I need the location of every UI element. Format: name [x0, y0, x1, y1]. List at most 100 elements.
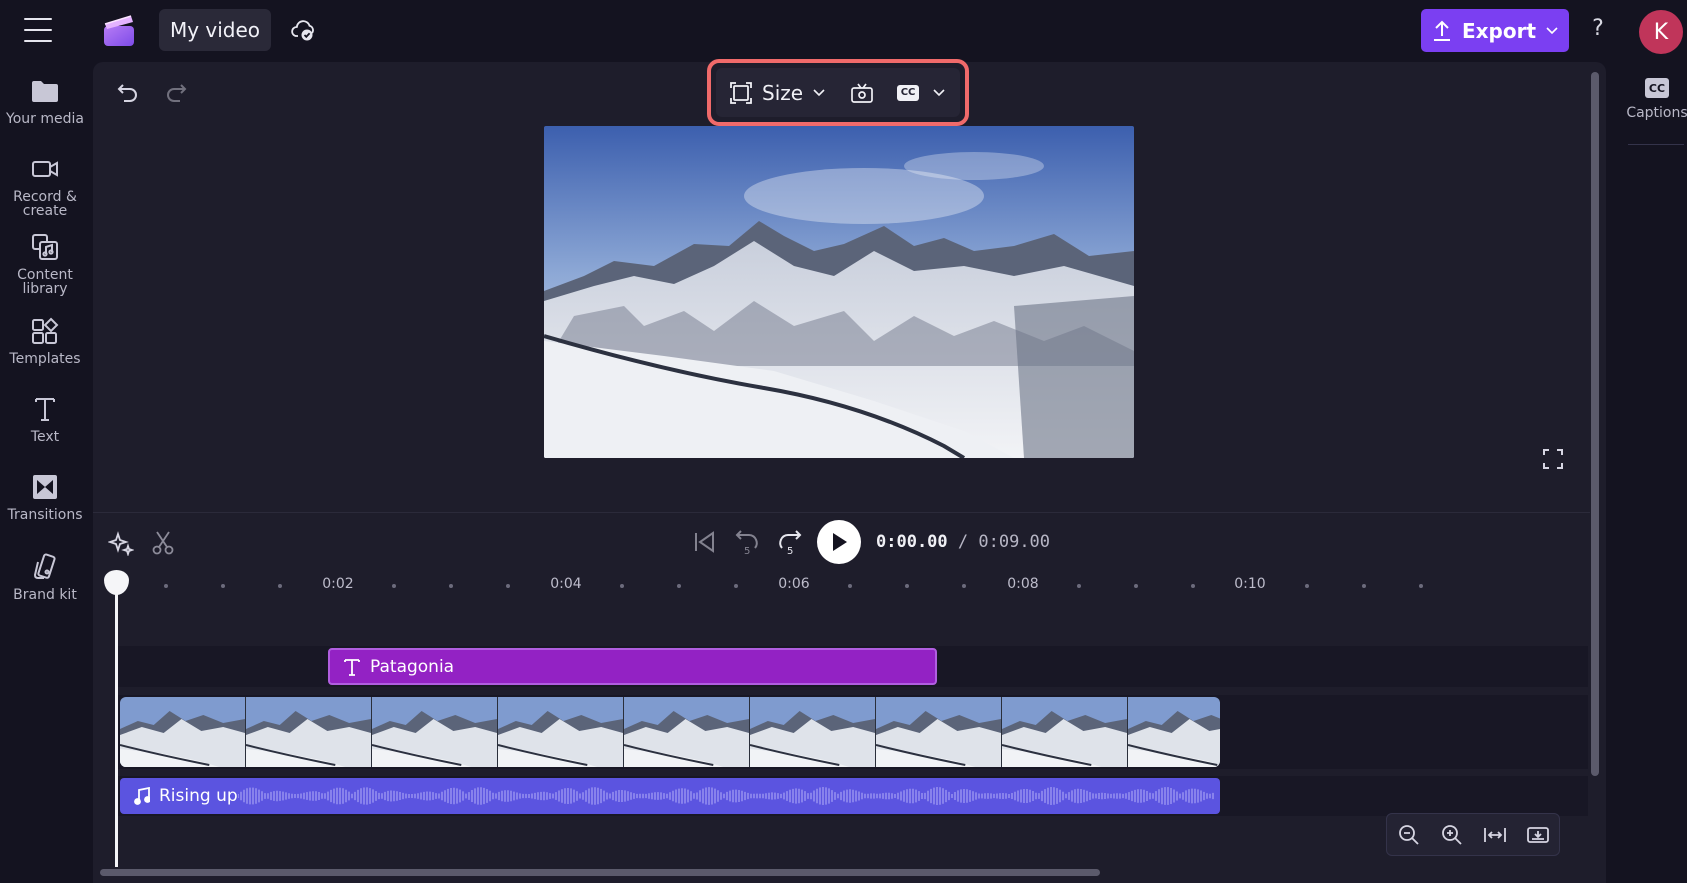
ruler-dot — [1134, 584, 1138, 588]
magic-wand-icon[interactable] — [108, 530, 134, 556]
sidebar-item-your-media[interactable]: Your media — [0, 76, 90, 126]
divider — [93, 512, 1590, 513]
video-thumbnail — [120, 697, 246, 767]
size-label: Size — [762, 80, 804, 105]
cloud-saved-icon[interactable] — [290, 16, 318, 44]
help-icon[interactable]: ? — [1587, 16, 1609, 44]
video-clip[interactable] — [120, 697, 1220, 767]
closed-captions-icon: CC — [1645, 78, 1669, 98]
play-button[interactable] — [817, 520, 861, 564]
ruler-dot — [620, 584, 624, 588]
upload-icon — [1433, 20, 1450, 41]
project-title-button[interactable]: My video — [159, 9, 271, 51]
ruler-dot — [221, 584, 225, 588]
export-button[interactable]: Export — [1421, 9, 1569, 52]
scissors-icon[interactable] — [150, 530, 176, 556]
ruler-dot — [1077, 584, 1081, 588]
sidebar-item-label: Templates — [9, 351, 81, 367]
ruler-dot — [506, 584, 510, 588]
captions-dropdown[interactable]: CC — [897, 84, 945, 101]
ruler-dot — [449, 584, 453, 588]
ruler-dot — [1305, 584, 1309, 588]
playhead[interactable] — [115, 577, 118, 867]
horizontal-scrollbar[interactable] — [100, 869, 1100, 876]
sidebar-item-transitions[interactable]: Transitions — [0, 472, 90, 522]
rewind-5-seconds-button[interactable]: 5 — [733, 527, 761, 557]
templates-icon — [32, 317, 59, 344]
rewind-icon: 5 — [735, 530, 758, 557]
video-thumbnail — [624, 697, 750, 767]
divider — [1628, 144, 1684, 145]
sidebar-item-record-create[interactable]: Record & create — [0, 154, 90, 218]
video-thumbnail — [246, 697, 372, 767]
audio-clip[interactable]: Rising up — [120, 778, 1220, 814]
fit-to-width-icon[interactable] — [1483, 823, 1507, 847]
ruler-label: 0:06 — [778, 576, 810, 592]
closed-captions-icon: CC — [897, 84, 920, 101]
redo-icon[interactable] — [163, 79, 189, 105]
time-readout: 0:00.00 / 0:09.00 — [876, 532, 1050, 552]
left-sidebar: Your media Record & create Content libra… — [0, 62, 90, 883]
ruler-dot — [734, 584, 738, 588]
clipchamp-logo[interactable] — [102, 12, 138, 48]
forward-5-seconds-button[interactable]: 5 — [776, 527, 804, 557]
forward-seconds: 5 — [787, 546, 793, 557]
timeline-ruler[interactable]: 0:02 0:04 0:06 0:08 0:10 — [93, 566, 1590, 596]
sidebar-item-label: Transitions — [7, 507, 83, 523]
sidebar-item-captions[interactable]: CC Captions — [1626, 78, 1687, 120]
brand-kit-icon — [33, 553, 56, 579]
folder-icon — [32, 81, 58, 102]
ruler-dot — [1419, 584, 1423, 588]
menu-icon[interactable] — [24, 18, 52, 42]
ruler-dot — [392, 584, 396, 588]
video-thumbnail — [876, 697, 1002, 767]
ruler-dot — [962, 584, 966, 588]
avatar[interactable]: K — [1639, 10, 1683, 54]
video-thumbnail — [1002, 697, 1128, 767]
audio-waveform — [238, 787, 1214, 805]
sidebar-item-label: Record & create — [13, 189, 77, 219]
zoom-in-icon[interactable] — [1440, 823, 1464, 847]
zoom-out-icon[interactable] — [1397, 823, 1421, 847]
transitions-icon — [33, 475, 57, 499]
vertical-scrollbar[interactable] — [1591, 72, 1599, 776]
ruler-dot — [278, 584, 282, 588]
sidebar-item-text[interactable]: Text — [0, 394, 90, 444]
video-camera-icon — [32, 161, 58, 177]
chevron-down-icon — [813, 88, 825, 96]
chevron-down-icon — [1546, 26, 1558, 34]
aspect-ratio-icon — [730, 81, 752, 104]
sidebar-item-label: Captions — [1626, 105, 1687, 121]
sidebar-item-label: Text — [30, 429, 60, 445]
text-icon — [344, 658, 360, 676]
top-bar: My video Export ? K — [0, 0, 1687, 62]
ruler-dot — [677, 584, 681, 588]
sidebar-item-templates[interactable]: Templates — [0, 316, 90, 366]
skip-to-start-icon[interactable] — [691, 529, 717, 555]
zoom-controls — [1386, 813, 1560, 856]
total-time: / 0:09.00 — [957, 532, 1051, 552]
size-button[interactable]: Size — [716, 81, 825, 105]
chevron-down-icon — [933, 88, 945, 96]
video-thumbnail — [372, 697, 498, 767]
timeline-expand-icon[interactable] — [1526, 823, 1550, 847]
sidebar-item-label: Brand kit — [13, 587, 77, 603]
ruler-label: 0:02 — [322, 576, 354, 592]
video-thumbnail — [750, 697, 876, 767]
text-clip[interactable]: Patagonia — [328, 648, 937, 685]
sidebar-item-content-library[interactable]: Content library — [0, 232, 90, 296]
play-icon — [833, 533, 847, 551]
ruler-dot — [1191, 584, 1195, 588]
video-thumbnail — [1128, 697, 1220, 767]
sidebar-item-label: Content library — [17, 267, 73, 297]
music-note-icon — [134, 787, 150, 805]
audio-clip-title: Rising up — [120, 786, 238, 806]
preview-toolbar: Size CC — [716, 68, 960, 117]
undo-icon[interactable] — [115, 79, 141, 105]
video-preview[interactable] — [544, 126, 1134, 458]
ruler-label: 0:08 — [1007, 576, 1039, 592]
background-remover-icon[interactable] — [849, 80, 875, 106]
ruler-dot — [1362, 584, 1366, 588]
fullscreen-icon[interactable] — [1541, 447, 1565, 471]
sidebar-item-brand-kit[interactable]: Brand kit — [0, 552, 90, 602]
